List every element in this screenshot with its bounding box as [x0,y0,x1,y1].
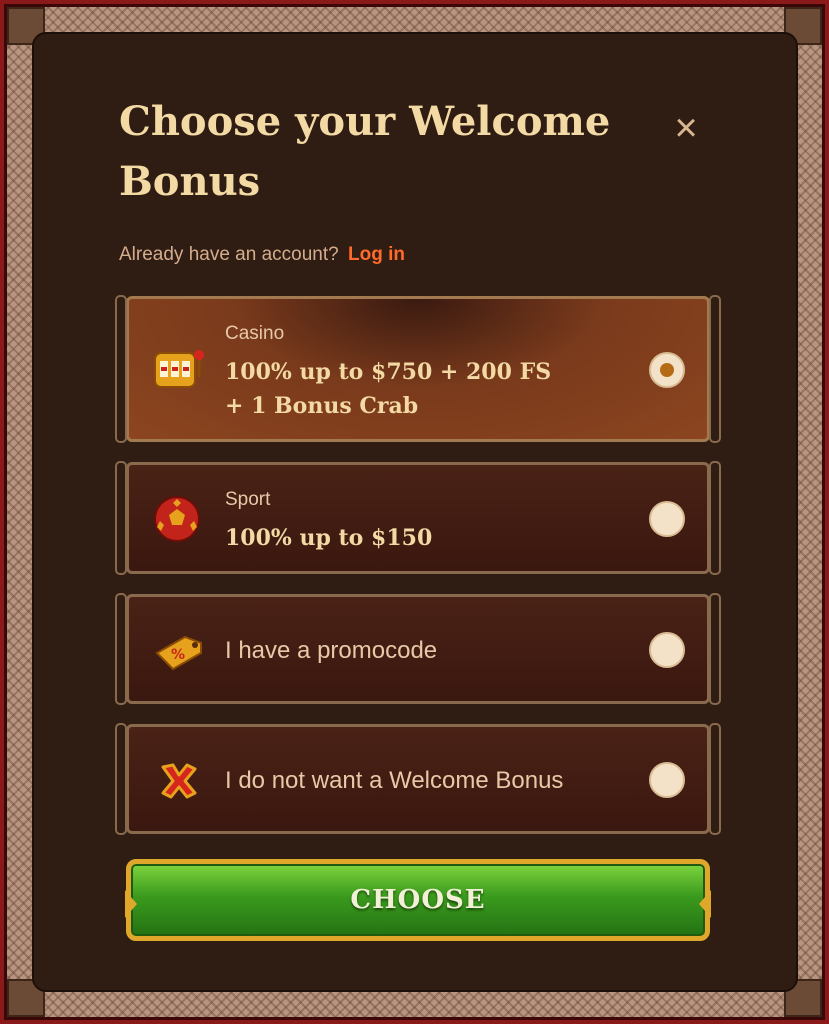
promo-tag-icon: % [155,635,202,671]
option-value: 100% up to $150 [225,525,433,551]
modal-title: Choose your Welcome Bonus [119,98,611,205]
choose-button[interactable]: CHOOSE [125,859,711,941]
option-promocode[interactable]: % I have a promocode [115,593,721,705]
choose-button-label: CHOOSE [350,885,486,915]
button-ornament [699,890,711,918]
account-prompt: Already have an account? Log in [119,244,405,266]
option-value: 100% up to $750 + 200 FS [225,359,552,385]
option-label: Sport [225,489,271,510]
option-label: Casino [225,323,285,344]
account-prompt-text: Already have an account? [119,244,339,265]
option-value-extra: + 1 Bonus Crab [225,393,419,419]
radio-button[interactable] [649,762,685,798]
option-sport[interactable]: Sport 100% up to $150 [115,461,721,575]
option-text: I have a promocode [225,637,438,664]
soccer-ball-icon [154,496,200,542]
red-x-icon [161,763,197,799]
svg-text:%: % [171,647,185,663]
option-no-bonus[interactable]: I do not want a Welcome Bonus [115,723,721,835]
welcome-bonus-modal: Choose your Welcome Bonus × Already have… [32,32,798,992]
option-text: I do not want a Welcome Bonus [225,767,564,794]
slot-machine-icon [154,350,204,388]
option-casino[interactable]: Casino 100% up to $750 + 200 FS + 1 Bonu… [115,295,721,443]
radio-button[interactable] [649,632,685,668]
radio-button[interactable] [649,501,685,537]
radio-button-selected[interactable] [649,352,685,388]
login-link[interactable]: Log in [348,244,405,265]
close-icon[interactable]: × [664,106,708,150]
button-ornament [125,890,137,918]
